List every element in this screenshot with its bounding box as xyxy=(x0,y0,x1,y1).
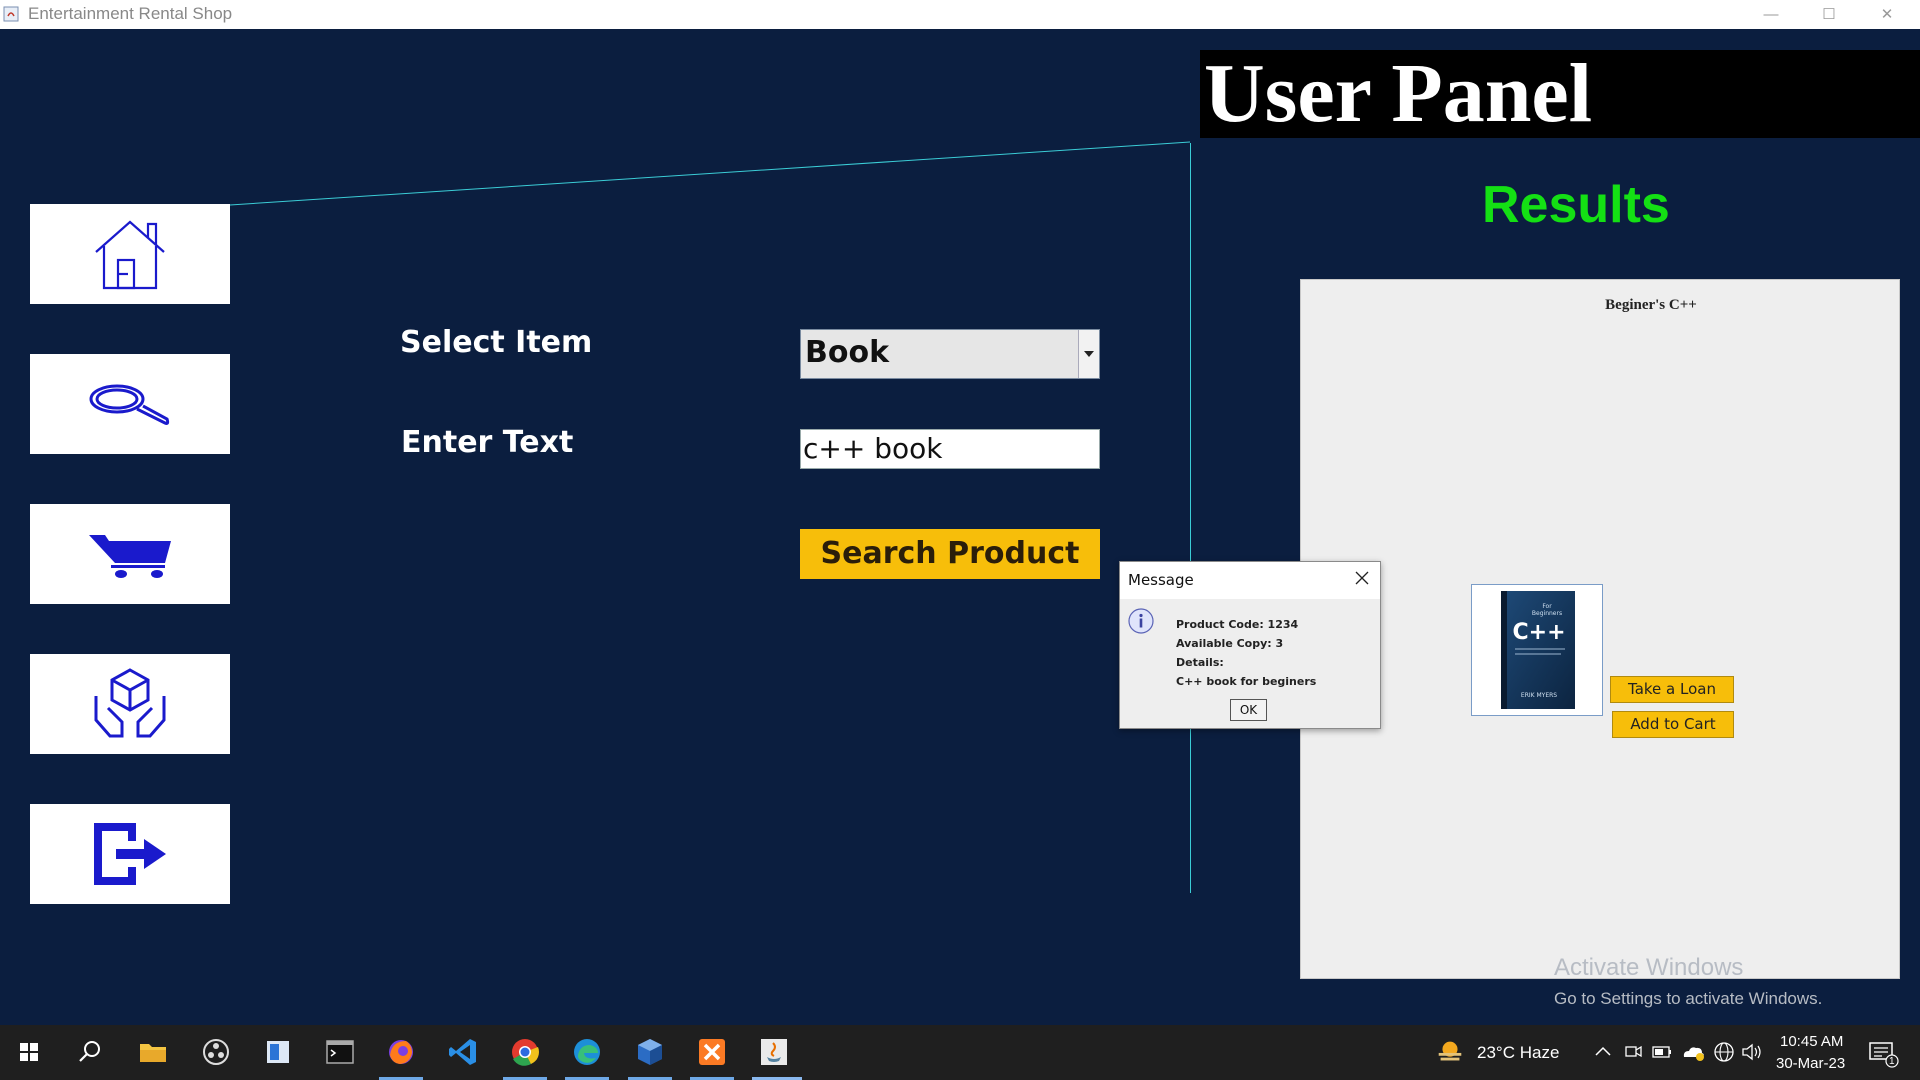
terminal-icon[interactable] xyxy=(323,1035,357,1069)
take-loan-button[interactable]: Take a Loan xyxy=(1610,676,1734,703)
cart-icon xyxy=(89,535,171,578)
java-icon[interactable] xyxy=(757,1035,791,1069)
add-to-cart-button[interactable]: Add to Cart xyxy=(1612,711,1734,738)
message-dialog: Message Product Code: 1234 Available Cop… xyxy=(1119,561,1381,729)
select-item-label: Select Item xyxy=(400,325,593,360)
sidebar-item-rentals[interactable] xyxy=(30,654,230,754)
product-name: Beginer's C++ xyxy=(1605,297,1697,313)
minimize-button[interactable]: — xyxy=(1742,0,1800,29)
logout-icon xyxy=(94,823,166,885)
cover-top-line2: Beginners xyxy=(1532,610,1562,617)
book-cover-image: For Beginners C++ ERIK MYERS xyxy=(1501,591,1575,709)
taskbar-search-icon[interactable] xyxy=(73,1035,107,1069)
dialog-line: Available Copy: 3 xyxy=(1176,637,1284,650)
chevron-up-icon[interactable] xyxy=(1592,1035,1614,1069)
file-explorer-icon[interactable] xyxy=(136,1035,170,1069)
page-title: User Panel xyxy=(1204,47,1593,140)
product-image[interactable]: For Beginners C++ ERIK MYERS xyxy=(1471,584,1603,716)
weather-haze-icon[interactable] xyxy=(1434,1035,1466,1069)
results-heading: Results xyxy=(1482,176,1670,234)
globe-network-icon[interactable] xyxy=(1712,1035,1736,1069)
sidebar-item-search[interactable] xyxy=(30,354,230,454)
cover-author: ERIK MYERS xyxy=(1521,692,1557,699)
sidebar-item-logout[interactable] xyxy=(30,804,230,904)
search-input[interactable]: c++ book xyxy=(800,429,1100,469)
cover-title: C++ xyxy=(1512,620,1565,645)
maximize-button[interactable]: ☐ xyxy=(1800,0,1858,29)
obs-studio-icon[interactable] xyxy=(199,1035,233,1069)
search-product-button[interactable]: Search Product xyxy=(800,529,1100,579)
close-window-button[interactable]: ✕ xyxy=(1858,0,1916,29)
meet-now-icon[interactable] xyxy=(1622,1035,1644,1069)
battery-icon[interactable] xyxy=(1650,1035,1674,1069)
clock-time[interactable]: 10:45 AM xyxy=(1780,1033,1843,1050)
window-titlebar: Entertainment Rental Shop — ☐ ✕ xyxy=(0,0,1920,29)
vscode-icon[interactable] xyxy=(446,1035,480,1069)
home-icon xyxy=(95,220,165,290)
info-icon xyxy=(1128,608,1154,634)
activate-windows-title: Activate Windows xyxy=(1554,954,1744,981)
notepad-icon[interactable] xyxy=(261,1035,295,1069)
enter-text-label: Enter Text xyxy=(401,425,574,460)
xampp-icon[interactable] xyxy=(695,1035,729,1069)
window-title: Entertainment Rental Shop xyxy=(28,4,233,23)
windows-start-icon[interactable] xyxy=(12,1035,46,1069)
taskbar: 23°C Haze 10:45 AM 30-Mar-23 1 xyxy=(0,1025,1920,1080)
dialog-title: Message xyxy=(1128,571,1194,589)
chrome-icon[interactable] xyxy=(508,1035,542,1069)
ok-button[interactable]: OK xyxy=(1230,699,1267,721)
item-type-select[interactable]: Book xyxy=(800,329,1100,379)
cover-top-line1: For xyxy=(1542,603,1552,610)
close-icon[interactable] xyxy=(1354,570,1370,586)
dialog-body: Product Code: 1234 Available Copy: 3 Det… xyxy=(1120,599,1380,728)
item-type-value: Book xyxy=(805,335,890,370)
virtualbox-icon[interactable] xyxy=(633,1035,667,1069)
sidebar-item-cart[interactable] xyxy=(30,504,230,604)
weather-text[interactable]: 23°C Haze xyxy=(1477,1043,1559,1063)
onedrive-icon[interactable] xyxy=(1680,1035,1706,1069)
result-card: Beginer's C++ For Beginners C++ ERIK MYE… xyxy=(1300,279,1900,979)
firefox-icon[interactable] xyxy=(384,1035,418,1069)
dialog-line: C++ book for beginers xyxy=(1176,675,1317,688)
java-app-icon xyxy=(3,6,19,22)
search-icon xyxy=(89,384,170,425)
sidebar-item-home[interactable] xyxy=(30,204,230,304)
edge-icon[interactable] xyxy=(570,1035,604,1069)
dialog-line: Product Code: 1234 xyxy=(1176,618,1299,631)
hands-box-icon xyxy=(94,668,166,738)
chevron-down-icon[interactable] xyxy=(1078,330,1099,378)
volume-icon[interactable] xyxy=(1740,1035,1764,1069)
header-banner: User Panel xyxy=(1200,50,1920,138)
clock-date[interactable]: 30-Mar-23 xyxy=(1776,1055,1845,1072)
app-content: User Panel Results Select Item Book Ente… xyxy=(0,29,1920,1025)
vertical-divider xyxy=(1190,143,1191,893)
dialog-line: Details: xyxy=(1176,656,1224,669)
notification-count: 1 xyxy=(1889,1056,1895,1067)
activate-windows-subtitle: Go to Settings to activate Windows. xyxy=(1554,989,1823,1008)
